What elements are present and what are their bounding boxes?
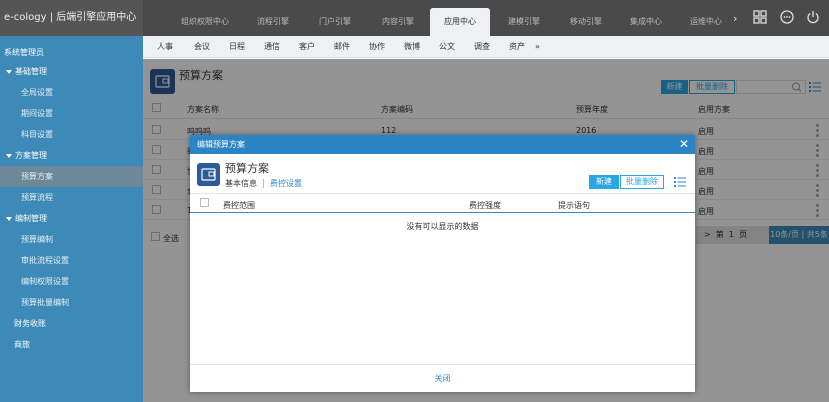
edit-budget-scheme-dialog: 编辑预算方案 ✕ 预算方案 基本信息 费控设置 新建 批量删除 费控范围 费控强… [190, 135, 695, 392]
top-tab-modeling[interactable]: 建模引擎 [494, 10, 554, 34]
tab-divider [263, 179, 264, 188]
subnav-item[interactable]: 通信 [264, 36, 280, 58]
tab-cost-control[interactable]: 费控设置 [270, 178, 302, 189]
sidebar-item-budget-scheme[interactable]: 预算方案 [0, 166, 143, 187]
top-tab-integration[interactable]: 集成中心 [618, 10, 674, 34]
sidebar-item-period-settings[interactable]: 期间设置 [0, 103, 143, 124]
close-button[interactable]: 关闭 [435, 374, 451, 383]
sidebar-item-approval-settings[interactable]: 审批流程设置 [0, 250, 143, 271]
sidebar-item-global-settings[interactable]: 全局设置 [0, 82, 143, 103]
dialog-batch-delete-button[interactable]: 批量删除 [620, 175, 664, 189]
caret-down-icon [6, 69, 12, 74]
sidebar-item-label: 基础管理 [15, 67, 47, 76]
grid-icon[interactable] [753, 10, 767, 24]
top-tab-mobile[interactable]: 移动引擎 [556, 10, 616, 34]
top-tab-org[interactable]: 组织权限中心 [170, 10, 240, 34]
close-icon[interactable]: ✕ [679, 137, 689, 151]
caret-down-icon [6, 216, 12, 221]
sidebar-item-permission-settings[interactable]: 编制权限设置 [0, 271, 143, 292]
subnav-more-icon[interactable]: » [535, 36, 540, 58]
sidebar-item-finance[interactable]: 财务收账 [0, 313, 143, 334]
sub-nav: 人事 会议 日程 通信 客户 邮件 协作 微博 公文 调查 资产 » [143, 36, 829, 58]
sidebar-item-label: 编制管理 [15, 214, 47, 223]
top-tab-app-center[interactable]: 应用中心 [430, 8, 490, 36]
app-title: e-cology | 后端引擎应用中心 [0, 0, 143, 36]
top-more-arrow-icon[interactable]: › [733, 12, 737, 25]
top-tab-portal[interactable]: 门户引擎 [305, 10, 365, 34]
subnav-item[interactable]: 公文 [439, 36, 455, 58]
sidebar-item-budget-flow[interactable]: 预算流程 [0, 187, 143, 208]
dialog-new-button[interactable]: 新建 [589, 175, 619, 189]
list-view-icon[interactable] [674, 176, 686, 188]
dialog-title: 预算方案 [225, 162, 269, 175]
column-header: 提示语句 [558, 201, 590, 210]
subnav-item[interactable]: 协作 [369, 36, 385, 58]
sidebar-item-budget-compile[interactable]: 预算编制 [0, 229, 143, 250]
sidebar-item-subject-settings[interactable]: 科目设置 [0, 124, 143, 145]
column-header: 费控范围 [223, 201, 255, 210]
subnav-item[interactable]: 人事 [157, 36, 173, 58]
subnav-item[interactable]: 会议 [194, 36, 210, 58]
sidebar-group-scheme[interactable]: 方案管理 [0, 145, 143, 166]
sidebar-group-basic[interactable]: 基础管理 [0, 61, 143, 82]
top-tab-ops[interactable]: 运维中心 [678, 10, 734, 34]
sidebar-header: 系统管理员 [4, 48, 44, 57]
sidebar: 系统管理员 基础管理 全局设置 期间设置 科目设置 方案管理 预算方案 预算流程… [0, 36, 143, 402]
top-tab-content[interactable]: 内容引擎 [368, 10, 428, 34]
subnav-item[interactable]: 邮件 [334, 36, 350, 58]
caret-down-icon [6, 153, 12, 158]
column-header: 费控强度 [469, 201, 501, 210]
subnav-item[interactable]: 日程 [229, 36, 245, 58]
sidebar-item-label: 方案管理 [15, 151, 47, 160]
subnav-item[interactable]: 调查 [474, 36, 490, 58]
sidebar-item-batch-compile[interactable]: 预算批量编制 [0, 292, 143, 313]
budget-scheme-icon [197, 163, 220, 186]
power-icon[interactable] [806, 10, 820, 24]
dialog-header: 编辑预算方案 ✕ [190, 135, 695, 154]
sidebar-group-compile[interactable]: 编制管理 [0, 208, 143, 229]
tab-basic-info[interactable]: 基本信息 [225, 178, 257, 189]
dialog-footer: 关闭 [190, 364, 695, 392]
dialog-header-title: 编辑预算方案 [197, 140, 245, 149]
subnav-item[interactable]: 客户 [299, 36, 315, 58]
sidebar-item-travel[interactable]: 商旅 [0, 334, 143, 355]
top-tab-workflow[interactable]: 流程引擎 [243, 10, 303, 34]
empty-state-text: 没有可以显示的数据 [406, 222, 479, 231]
subnav-item[interactable]: 微博 [404, 36, 420, 58]
dialog-table-header: 费控范围 费控强度 提示语句 [190, 193, 695, 213]
top-bar: e-cology | 后端引擎应用中心 组织权限中心 流程引擎 门户引擎 内容引… [0, 0, 829, 36]
more-circle-icon[interactable] [780, 10, 794, 24]
subnav-item[interactable]: 资产 [509, 36, 525, 58]
dialog-select-all-checkbox[interactable] [200, 198, 209, 207]
